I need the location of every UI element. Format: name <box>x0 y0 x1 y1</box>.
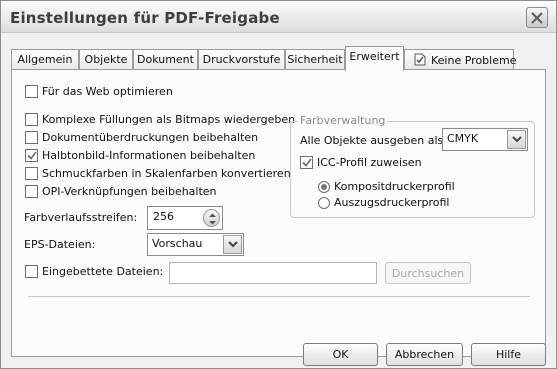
help-button-label: Hilfe <box>495 348 522 361</box>
close-button[interactable] <box>526 7 548 28</box>
output-as-value: CMYK <box>447 132 479 145</box>
dialog-window: Einstellungen für PDF-Freigabe Allgemein… <box>0 0 557 369</box>
doc-overprints-label: Dokumentüberdruckungen beibehalten <box>42 131 259 144</box>
spot-colors-option[interactable]: Schmuckfarben in Skalenfarben konvertier… <box>25 167 291 180</box>
tab-label: Objekte <box>84 53 128 66</box>
tab-dokument[interactable]: Dokument <box>133 49 198 70</box>
halftone-checkbox[interactable] <box>25 149 38 162</box>
output-as-label: Alle Objekte ausgeben als: <box>300 134 447 147</box>
fountain-steps-value: 256 <box>153 210 174 223</box>
embedded-files-label: Eingebettete Dateien: <box>42 265 164 278</box>
spot-colors-checkbox[interactable] <box>25 167 38 180</box>
composite-profile-label: Kompositdruckerprofil <box>334 180 455 193</box>
separations-profile-option[interactable]: Auszugsdruckerprofil <box>318 196 449 209</box>
tab-objekte[interactable]: Objekte <box>79 49 133 70</box>
separations-profile-radio[interactable] <box>318 196 330 209</box>
web-optimize-option[interactable]: Für das Web optimieren <box>25 85 173 98</box>
fountain-steps-spinner[interactable]: 256 <box>147 206 223 230</box>
complex-fills-option[interactable]: Komplexe Füllungen als Bitmaps wiedergeb… <box>25 113 295 126</box>
cancel-button[interactable]: Abbrechen <box>386 343 463 366</box>
tab-label: Druckvorstufe <box>202 53 281 66</box>
tab-sicherheit[interactable]: Sicherheit <box>285 49 345 70</box>
color-management-group-label: Farbverwaltung <box>298 114 388 127</box>
complex-fills-checkbox[interactable] <box>25 113 38 126</box>
document-check-icon <box>414 53 426 66</box>
tab-label: Allgemein <box>17 53 73 66</box>
halftone-label: Halbtonbild-Informationen beibehalten <box>42 149 256 162</box>
divider <box>28 296 530 297</box>
doc-overprints-checkbox[interactable] <box>25 131 38 144</box>
tab-keine-probleme[interactable]: Keine Probleme <box>404 49 517 70</box>
spinner-arrows-icon[interactable] <box>203 209 220 227</box>
composite-profile-radio[interactable] <box>318 180 330 193</box>
opi-links-checkbox[interactable] <box>25 185 38 198</box>
browse-button-label: Durchsuchen <box>391 266 465 280</box>
composite-profile-option[interactable]: Kompositdruckerprofil <box>318 180 455 193</box>
checkmark-icon <box>301 158 312 167</box>
opi-links-option[interactable]: OPI-Verknüpfungen beibehalten <box>25 185 217 198</box>
tab-panel-erweitert: Für das Web optimieren Komplexe Füllunge… <box>11 69 546 357</box>
tab-label: Sicherheit <box>287 53 343 66</box>
fountain-steps-label: Farbverlaufsstreifen: <box>24 211 138 224</box>
web-optimize-label: Für das Web optimieren <box>42 85 173 98</box>
tab-label: Dokument <box>137 53 194 66</box>
tab-label: Erweitert <box>349 50 400 63</box>
tab-druckvorstufe[interactable]: Druckvorstufe <box>198 49 285 70</box>
doc-overprints-option[interactable]: Dokumentüberdruckungen beibehalten <box>25 131 258 144</box>
chevron-down-icon[interactable] <box>507 130 526 149</box>
title-bar: Einstellungen für PDF-Freigabe <box>1 1 556 33</box>
opi-links-label: OPI-Verknüpfungen beibehalten <box>42 185 217 198</box>
cancel-button-label: Abbrechen <box>394 348 455 361</box>
embedded-files-option[interactable]: Eingebettete Dateien: <box>25 265 163 278</box>
separations-profile-label: Auszugsdruckerprofil <box>334 196 450 209</box>
dialog-title: Einstellungen für PDF-Freigabe <box>10 9 280 27</box>
eps-files-select[interactable]: Vorschau <box>147 233 244 256</box>
browse-button[interactable]: Durchsuchen <box>385 262 471 284</box>
chevron-down-icon[interactable] <box>223 235 242 254</box>
eps-files-label: EPS-Dateien: <box>24 238 96 251</box>
checkmark-icon <box>26 151 37 160</box>
icc-profile-checkbox[interactable] <box>300 156 313 169</box>
close-icon <box>531 11 543 24</box>
help-button[interactable]: Hilfe <box>471 343 546 366</box>
tab-label: Keine Probleme <box>431 54 517 67</box>
tab-allgemein[interactable]: Allgemein <box>11 49 79 70</box>
halftone-option[interactable]: Halbtonbild-Informationen beibehalten <box>25 149 255 162</box>
output-as-select[interactable]: CMYK <box>442 128 528 151</box>
tab-erweitert[interactable]: Erweitert <box>345 46 404 71</box>
eps-files-value: Vorschau <box>152 237 203 250</box>
embedded-files-checkbox[interactable] <box>25 265 38 278</box>
ok-button-label: OK <box>332 348 349 361</box>
web-optimize-checkbox[interactable] <box>25 85 38 98</box>
embedded-files-input[interactable] <box>169 262 377 284</box>
icc-profile-label: ICC-Profil zuweisen <box>317 156 422 169</box>
ok-button[interactable]: OK <box>303 343 378 366</box>
complex-fills-label: Komplexe Füllungen als Bitmaps wiedergeb… <box>42 113 296 126</box>
spot-colors-label: Schmuckfarben in Skalenfarben konvertier… <box>42 167 291 180</box>
icc-profile-option[interactable]: ICC-Profil zuweisen <box>300 156 422 169</box>
